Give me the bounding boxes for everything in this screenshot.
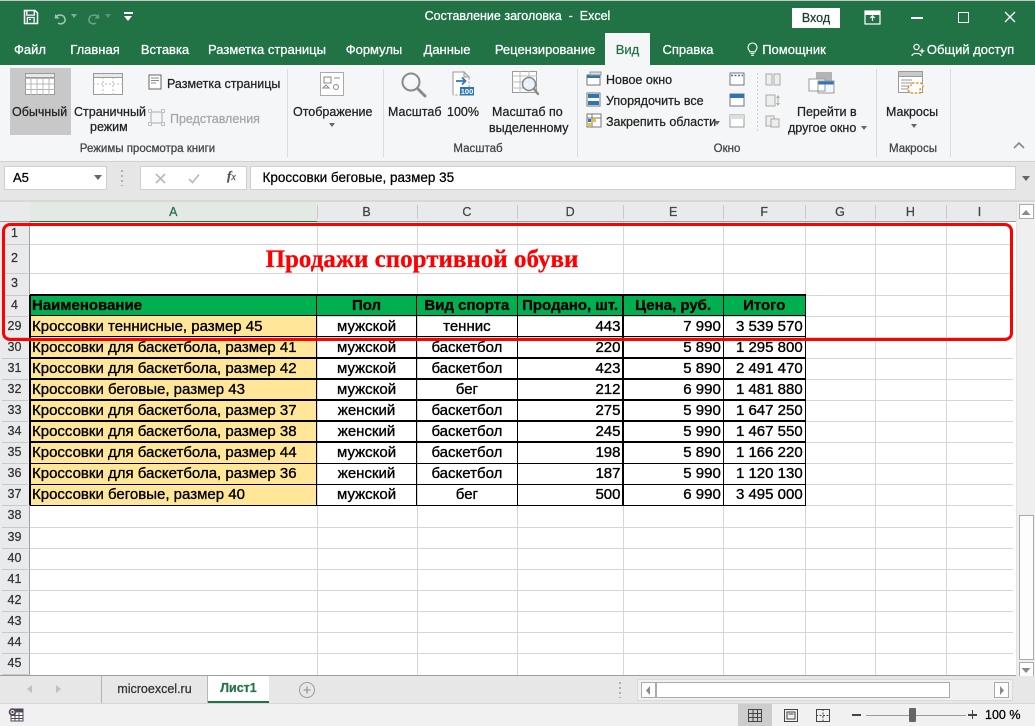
svg-text:100: 100 bbox=[461, 87, 474, 96]
